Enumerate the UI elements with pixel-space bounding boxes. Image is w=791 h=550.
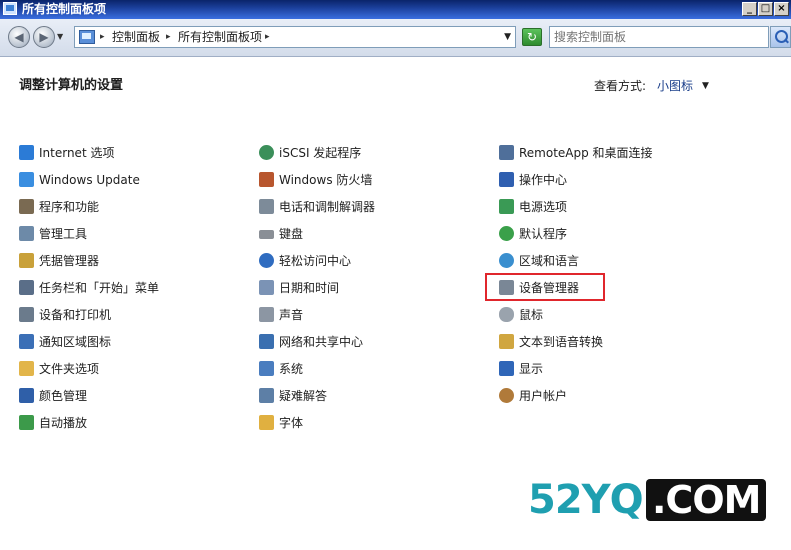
navigation-bar: ◀ ▶ ▼ ▸ 控制面板 ▸ 所有控制面板项 ▸ ▼ ↻ [0, 19, 791, 57]
chevron-down-icon[interactable]: ▼ [702, 80, 709, 92]
action-center-icon [499, 172, 514, 187]
user-accounts-icon [499, 388, 514, 403]
forward-button[interactable]: ▶ [33, 26, 55, 48]
close-button[interactable]: × [774, 2, 789, 16]
address-bar[interactable]: ▸ 控制面板 ▸ 所有控制面板项 ▸ ▼ [74, 26, 516, 48]
watermark-text: 52YQ [528, 477, 644, 523]
view-by-label: 查看方式: [594, 79, 647, 93]
view-by-dropdown[interactable]: 小图标 [657, 78, 693, 94]
sound-icon [259, 307, 274, 322]
breadcrumb-all-items[interactable]: 所有控制面板项 [178, 30, 262, 45]
highlight-box [485, 273, 605, 301]
breadcrumb-separator-icon[interactable]: ▸ [265, 30, 270, 45]
taskbar-icon [19, 280, 34, 295]
iscsi-icon [259, 145, 274, 160]
date-time-icon [259, 280, 274, 295]
system-icon [259, 361, 274, 376]
autoplay-icon [19, 415, 34, 430]
back-button[interactable]: ◀ [8, 26, 30, 48]
breadcrumb-separator-icon[interactable]: ▸ [100, 30, 105, 45]
printer-icon [19, 307, 34, 322]
remoteapp-icon [499, 145, 514, 160]
default-programs-icon [499, 226, 514, 241]
keyboard-icon [259, 230, 274, 239]
phone-modem-icon [259, 199, 274, 214]
firewall-icon [259, 172, 274, 187]
watermark-text: .COM [646, 479, 767, 521]
page-title: 调整计算机的设置 [19, 78, 124, 93]
refresh-button[interactable]: ↻ [522, 28, 542, 46]
control-panel-icon [79, 30, 95, 44]
mouse-icon [499, 307, 514, 322]
admin-tools-icon [19, 226, 34, 241]
fonts-icon [259, 415, 274, 430]
search-box[interactable] [549, 26, 769, 48]
recent-pages-dropdown[interactable]: ▼ [57, 32, 67, 42]
color-management-icon [19, 388, 34, 403]
search-input[interactable] [554, 29, 759, 45]
breadcrumb-separator-icon[interactable]: ▸ [166, 30, 171, 45]
power-options-icon [499, 199, 514, 214]
notification-area-icon [19, 334, 34, 349]
watermark-logo: 52YQ .COM [528, 479, 773, 521]
folder-options-icon [19, 361, 34, 376]
network-sharing-icon [259, 334, 274, 349]
internet-options-icon [19, 145, 34, 160]
window-title: 所有控制面板项 [22, 2, 107, 16]
minimize-button[interactable]: _ [742, 2, 757, 16]
region-language-icon [499, 253, 514, 268]
control-panel-icon [3, 2, 17, 15]
windows-update-icon [19, 172, 34, 187]
breadcrumb-control-panel[interactable]: 控制面板 [112, 30, 160, 45]
text-to-speech-icon [499, 334, 514, 349]
programs-icon [19, 199, 34, 214]
maximize-button[interactable]: □ [758, 2, 773, 16]
display-icon [499, 361, 514, 376]
search-button[interactable] [770, 26, 791, 48]
troubleshooting-icon [259, 388, 274, 403]
title-bar: 所有控制面板项 _ □ × [0, 0, 791, 19]
ease-of-access-icon [259, 253, 274, 268]
address-dropdown-icon[interactable]: ▼ [504, 31, 511, 43]
credential-manager-icon [19, 253, 34, 268]
